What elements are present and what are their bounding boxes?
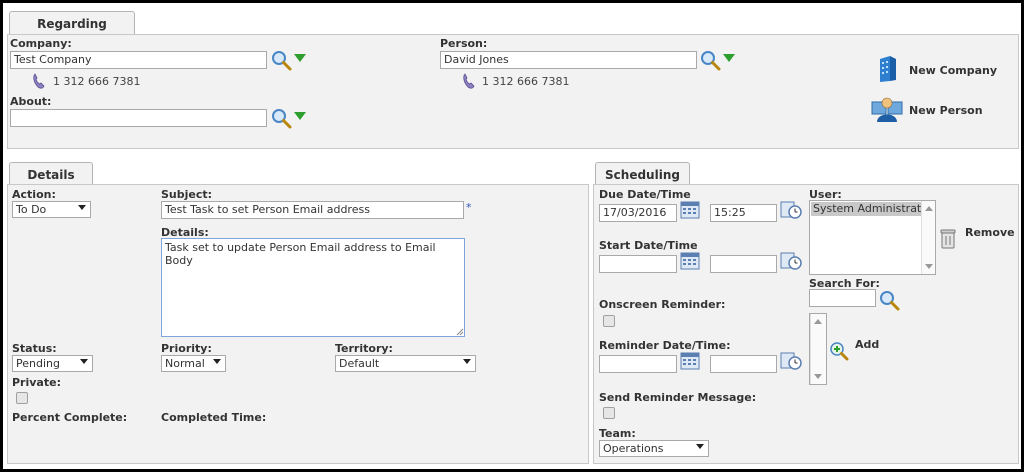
due-time-input[interactable]: 15:25 [710,204,777,222]
percent-complete-label: Percent Complete: [12,411,128,424]
about-label: About: [10,95,52,108]
start-time-clock-icon[interactable] [780,252,802,270]
start-date-label: Start Date/Time [599,239,698,252]
reminder-date-calendar-icon[interactable] [680,352,700,370]
reminder-time-clock-icon[interactable] [780,352,802,370]
action-select-value: To Do [16,203,47,216]
tab-details[interactable]: Details [9,162,93,186]
team-select-value: Operations [603,442,664,455]
about-search-icon[interactable] [271,108,293,130]
company-search-icon[interactable] [271,50,293,72]
scroll-down-icon[interactable] [814,374,822,379]
required-mark: * [466,201,472,214]
scroll-up-icon[interactable] [925,206,933,211]
resize-handle-icon[interactable] [456,328,464,336]
new-person-icon[interactable] [871,95,903,123]
send-reminder-checkbox[interactable] [603,407,615,419]
person-label: Person: [440,37,488,50]
search-results-scrollbar[interactable] [810,314,826,384]
start-date-calendar-icon[interactable] [680,252,700,270]
private-checkbox[interactable] [16,392,28,404]
reminder-date-label: Reminder Date/Time: [599,339,731,352]
status-select[interactable]: Pending [12,355,93,372]
chevron-down-icon [80,359,88,364]
tab-scheduling[interactable]: Scheduling [595,162,690,186]
team-label: Team: [599,427,636,440]
company-phone[interactable]: 1 312 666 7381 [53,75,140,88]
about-dropdown-icon[interactable] [294,112,306,120]
about-input[interactable] [10,109,267,127]
scroll-down-icon[interactable] [925,264,933,269]
reminder-time-input[interactable] [710,355,777,373]
person-search-icon[interactable] [700,50,722,72]
subject-label: Subject: [161,188,213,201]
due-time-clock-icon[interactable] [780,201,802,219]
tab-regarding[interactable]: Regarding [9,11,135,35]
status-label: Status: [12,342,57,355]
company-label: Company: [10,37,72,50]
chevron-down-icon [78,205,86,210]
person-dropdown-icon[interactable] [723,54,735,62]
start-date-input[interactable] [599,255,677,273]
company-phone-icon [33,73,45,89]
territory-select[interactable]: Default [335,355,476,372]
person-phone[interactable]: 1 312 666 7381 [482,75,569,88]
chevron-down-icon [463,359,471,364]
user-listbox[interactable]: System Administrator [809,200,936,275]
new-person-button[interactable]: New Person [909,104,983,117]
priority-select-value: Normal [165,357,205,370]
start-time-input[interactable] [710,255,777,273]
details-textarea[interactable]: Task set to update Person Email address … [161,238,465,337]
trash-icon[interactable] [939,227,957,249]
window-frame: Regarding Company: Test Company 1 312 66… [0,0,1024,472]
private-label: Private: [12,376,61,389]
team-select[interactable]: Operations [599,440,709,457]
territory-label: Territory: [335,342,393,355]
reminder-date-input[interactable] [599,355,677,373]
search-results-listbox[interactable] [809,313,827,385]
send-reminder-label: Send Reminder Message: [599,391,757,404]
completed-time-label: Completed Time: [161,411,267,424]
company-input[interactable]: Test Company [10,51,267,69]
due-date-label: Due Date/Time [599,188,691,201]
tab-details-label: Details [27,168,75,182]
subject-input[interactable]: Test Task to set Person Email address [161,201,464,219]
scroll-up-icon[interactable] [814,319,822,324]
priority-label: Priority: [161,342,212,355]
due-date-input[interactable]: 17/03/2016 [599,204,677,222]
person-input[interactable]: David Jones [440,51,697,69]
onscreen-reminder-checkbox[interactable] [603,315,615,327]
person-phone-icon [463,73,475,89]
chevron-down-icon [696,444,704,449]
user-search-icon[interactable] [879,290,901,312]
action-select[interactable]: To Do [12,201,91,218]
company-dropdown-icon[interactable] [294,54,306,62]
priority-select[interactable]: Normal [161,355,226,372]
search-for-input[interactable] [809,289,876,307]
tab-regarding-label: Regarding [37,17,107,31]
tab-scheduling-label: Scheduling [605,168,680,182]
user-list-item[interactable]: System Administrator [811,202,921,216]
add-button[interactable]: Add [855,338,879,351]
status-select-value: Pending [16,357,60,370]
new-company-button[interactable]: New Company [909,64,997,77]
onscreen-reminder-label: Onscreen Reminder: [599,298,726,311]
remove-button[interactable]: Remove [965,226,1015,239]
add-user-icon[interactable] [829,341,849,361]
due-date-calendar-icon[interactable] [680,201,700,219]
chevron-down-icon [213,359,221,364]
scheduling-panel [593,184,1019,464]
user-list-scrollbar[interactable] [921,201,935,274]
new-company-icon[interactable] [876,55,900,83]
territory-select-value: Default [339,357,380,370]
action-label: Action: [12,188,56,201]
